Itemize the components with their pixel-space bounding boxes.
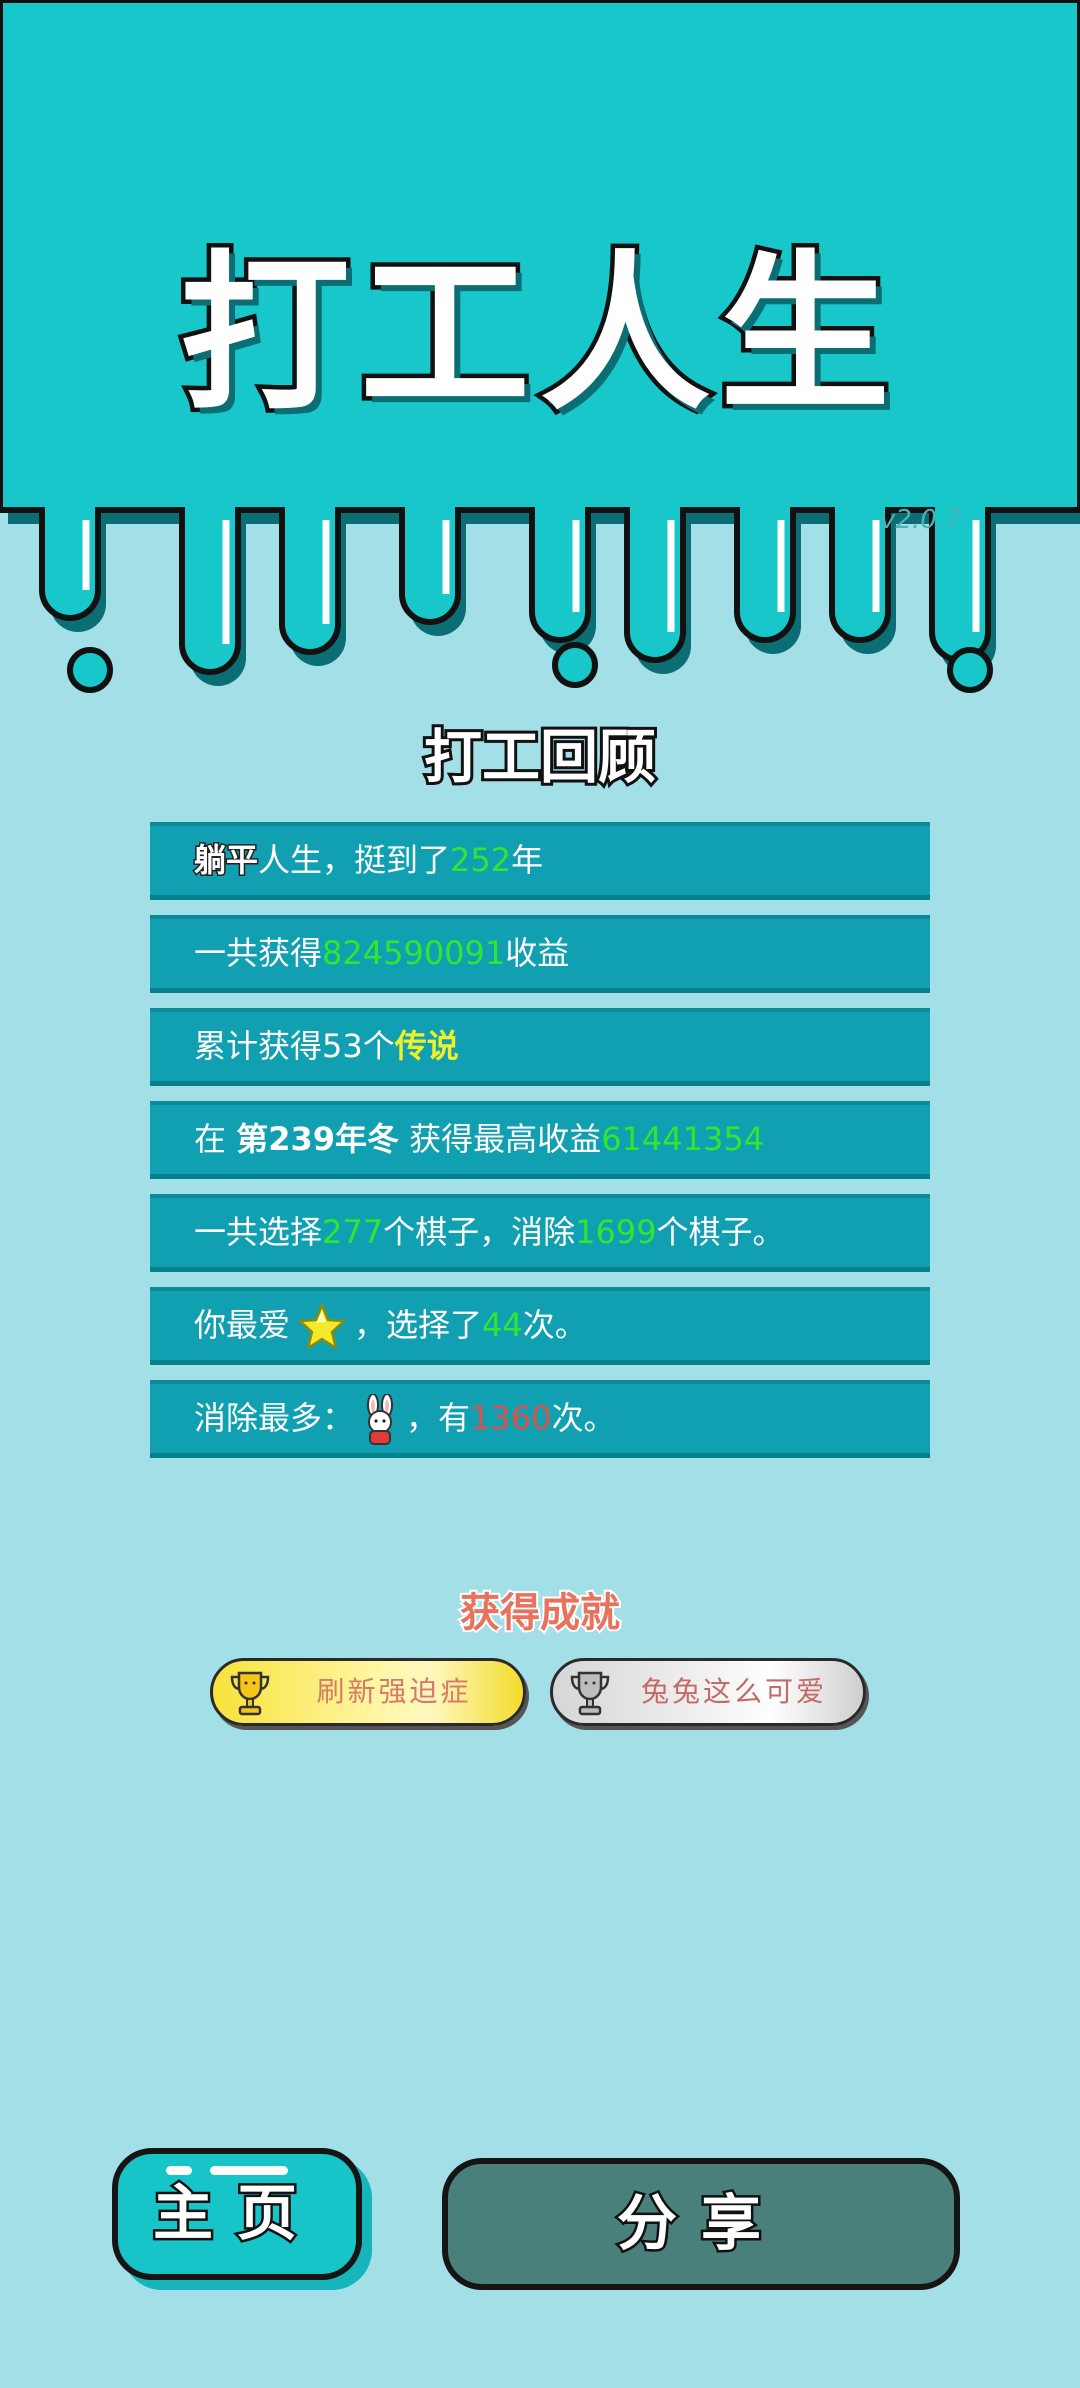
stat-text-mid: 个棋子，消除	[383, 1213, 576, 1251]
version-label: v2.0.7	[880, 505, 962, 535]
drip-dot	[947, 647, 993, 693]
stat-prefix: 躺平	[192, 840, 259, 881]
star-icon	[298, 1303, 346, 1350]
share-button[interactable]: 分享	[442, 2158, 960, 2290]
trophy-icon	[570, 1671, 610, 1716]
stat-season: 第239年冬	[236, 1120, 399, 1158]
home-button[interactable]: 主页	[112, 2148, 362, 2280]
stat-suffix: 个棋子。	[656, 1213, 785, 1251]
stat-value-2: 1699	[575, 1213, 657, 1251]
stat-value: 824590091	[322, 934, 506, 972]
stat-suffix: 次。	[551, 1399, 616, 1437]
stat-row-most-cleared: 消除最多： ，有1360次。	[150, 1380, 930, 1458]
stat-text: 消除最多：	[194, 1399, 355, 1437]
achievement-badge-refresh[interactable]: 刷新强迫症	[210, 1658, 526, 1726]
stat-suffix: 年	[511, 841, 544, 879]
achievement-label: 兔兔这么可爱	[640, 1675, 827, 1708]
drip-dot	[67, 647, 113, 693]
share-button-label: 分享	[615, 2187, 785, 2262]
game-title: 打工人生	[175, 236, 900, 434]
stat-text-mid: ，选择了	[354, 1306, 483, 1344]
stat-text: 人生，挺到了	[258, 841, 451, 879]
stat-value: 1360	[470, 1399, 552, 1437]
stat-value: 61441354	[601, 1120, 765, 1158]
drip-dot	[552, 642, 598, 688]
stat-text-mid: 获得最高收益	[399, 1120, 602, 1158]
stat-row-favorite: 你最爱 ，选择了44次。	[150, 1287, 930, 1365]
achievement-badge-rabbit[interactable]: 兔兔这么可爱	[550, 1658, 866, 1726]
stat-text: 在	[194, 1120, 237, 1158]
trophy-icon	[230, 1671, 270, 1716]
stat-suffix: 次。	[522, 1306, 587, 1344]
stat-row-pieces: 一共选择277个棋子，消除1699个棋子。	[150, 1194, 930, 1272]
stat-text: 一共选择	[194, 1213, 323, 1251]
stat-text: 一共获得	[194, 934, 323, 972]
stat-value: 252	[450, 841, 512, 879]
stat-row-best-season: 在 第239年冬 获得最高收益61441354	[150, 1101, 930, 1179]
stat-suffix: 收益	[505, 934, 570, 972]
achievement-label: 刷新强迫症	[316, 1675, 472, 1708]
achievements-title: 获得成就	[458, 1588, 622, 1638]
home-button-label: 主页	[151, 2177, 321, 2252]
review-title: 打工回顾	[421, 723, 659, 791]
stat-value: 277	[322, 1213, 384, 1251]
stat-text-mid: ，有	[406, 1399, 471, 1437]
stat-row-years: 躺平人生，挺到了252年	[150, 822, 930, 900]
stat-highlight: 传说	[394, 1027, 459, 1065]
rabbit-icon	[367, 1394, 394, 1445]
stat-value: 44	[482, 1306, 523, 1344]
stat-row-legend: 累计获得53个传说	[150, 1008, 930, 1086]
stat-row-income: 一共获得824590091收益	[150, 915, 930, 993]
stat-text: 你最爱	[194, 1306, 291, 1344]
stat-text: 累计获得53个	[194, 1027, 395, 1065]
